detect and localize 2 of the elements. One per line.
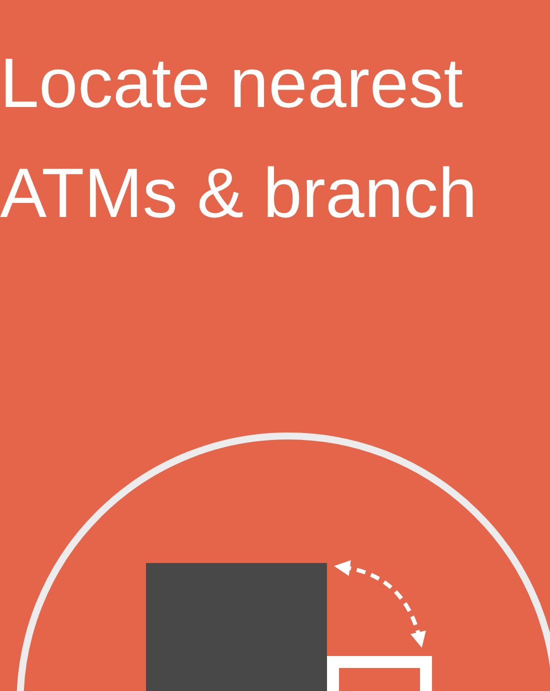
onboarding-title: Locate nearest ATMs & branch [0, 43, 478, 234]
dashed-arrow-icon [334, 560, 426, 648]
